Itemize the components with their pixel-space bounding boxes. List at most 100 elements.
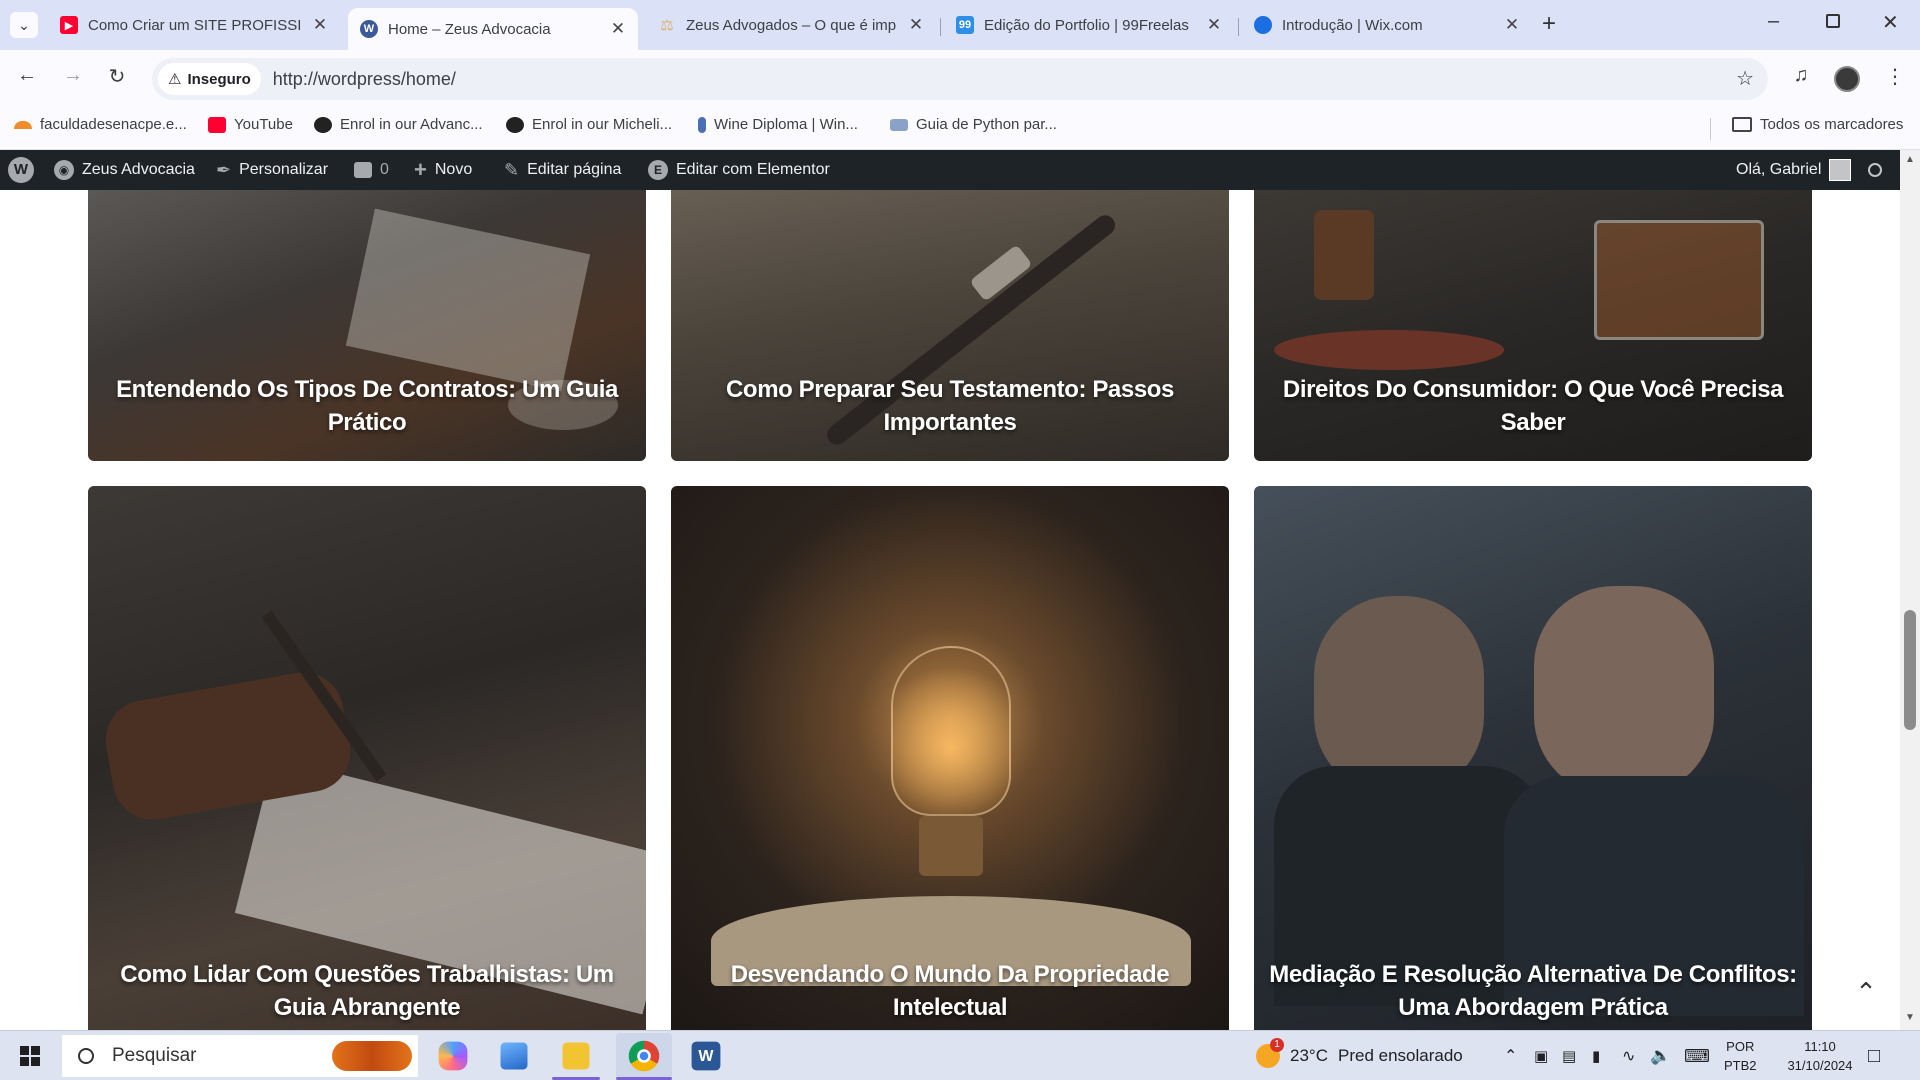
weather-widget[interactable]: 1 23°C Pred ensolarado	[1256, 1031, 1463, 1080]
clock-date: 31/10/2024	[1787, 1058, 1853, 1073]
wp-new-menu[interactable]: + Novo	[414, 150, 472, 190]
bookmark-enrol-advanced[interactable]: Enrol in our Advanc...	[314, 116, 483, 133]
bookmark-favicon-icon	[14, 120, 32, 129]
tab-99freelas[interactable]: 99 Edição do Portfolio | 99Freelas ✕	[944, 8, 1234, 42]
tab-home-zeus[interactable]: W Home – Zeus Advocacia ✕	[348, 8, 638, 50]
menu-kebab-icon[interactable]: ⋮	[1880, 64, 1910, 89]
bookmark-youtube[interactable]: YouTube	[208, 116, 293, 133]
post-title[interactable]: Entendendo Os Tipos De Contratos: Um Gui…	[98, 373, 636, 439]
tab-youtube[interactable]: ▶ Como Criar um SITE PROFISSIO ✕	[48, 8, 340, 42]
remote-desktop-icon[interactable]	[500, 1042, 528, 1070]
close-tab-icon[interactable]: ✕	[1206, 15, 1222, 35]
scroll-up-arrow-icon[interactable]: ▲	[1905, 154, 1915, 165]
page-scrollbar[interactable]: ▲ ▼	[1900, 150, 1920, 1030]
tab-title: Edição do Portfolio | 99Freelas	[984, 16, 1189, 34]
scroll-down-arrow-icon[interactable]: ▼	[1905, 1012, 1915, 1023]
wordpress-icon: W	[8, 157, 34, 183]
taskbar-search-box[interactable]: Pesquisar	[62, 1035, 418, 1077]
scroll-to-top-button[interactable]: ⌃	[1846, 972, 1886, 1012]
tab-zeus-advogados[interactable]: ⚖ Zeus Advogados – O que é imp ✕	[646, 8, 936, 42]
bookmark-wine-diploma[interactable]: Wine Diploma | Win...	[698, 116, 858, 133]
battery-icon[interactable]: ▮	[1592, 1031, 1600, 1080]
wifi-icon[interactable]: ∿	[1622, 1031, 1635, 1080]
wp-admin-bar: W ◉ Zeus Advocacia ✒ Personalizar 0 + No…	[0, 150, 1920, 190]
close-tab-icon[interactable]: ✕	[610, 19, 626, 39]
wp-comments-link[interactable]: 0	[354, 150, 389, 190]
wp-edit-page-label: Editar página	[527, 161, 622, 178]
close-tab-icon[interactable]: ✕	[312, 15, 328, 35]
wp-customize-label: Personalizar	[239, 161, 329, 178]
post-title[interactable]: Desvendando O Mundo Da Propriedade Intel…	[681, 958, 1219, 1024]
bookmark-label: YouTube	[234, 116, 293, 133]
security-label: Inseguro	[187, 70, 251, 88]
tab-title: Zeus Advogados – O que é imp	[686, 16, 897, 34]
wp-search-button[interactable]	[1868, 150, 1882, 190]
word-icon[interactable]: W	[691, 1041, 721, 1071]
wp-customize-link[interactable]: ✒ Personalizar	[216, 150, 328, 190]
browser-toolbar: ← → ↻ ⚠ Inseguro http://wordpress/home/ …	[0, 50, 1920, 108]
all-bookmarks-label: Todos os marcadores	[1760, 116, 1904, 133]
post-card[interactable]: Como Lidar Com Questões Trabalhistas: Um…	[88, 486, 646, 1030]
copilot-icon[interactable]	[438, 1041, 468, 1071]
close-window-button[interactable]: ✕	[1882, 10, 1899, 35]
minimize-button[interactable]: –	[1768, 10, 1779, 33]
plus-icon: +	[414, 157, 427, 182]
forward-button[interactable]: →	[58, 64, 88, 87]
back-button[interactable]: ←	[12, 64, 42, 87]
all-bookmarks-folder[interactable]: Todos os marcadores	[1732, 116, 1903, 133]
warning-icon: ⚠	[168, 71, 182, 88]
wp-greeting: Olá, Gabriel	[1736, 161, 1822, 178]
close-tab-icon[interactable]: ✕	[1504, 15, 1520, 35]
meet-now-icon[interactable]: ▣	[1534, 1031, 1548, 1080]
post-title[interactable]: Mediação E Resolução Alternativa De Conf…	[1264, 958, 1802, 1024]
keyboard-icon[interactable]: ⌨	[1684, 1031, 1710, 1080]
post-card[interactable]: Direitos Do Consumidor: O Que Você Preci…	[1254, 190, 1812, 461]
volume-icon[interactable]: 🔈	[1650, 1031, 1671, 1080]
system-clock[interactable]: 11:10 31/10/2024	[1776, 1031, 1864, 1080]
camera-app-icon[interactable]: ▤	[1562, 1031, 1576, 1080]
post-card[interactable]: Desvendando O Mundo Da Propriedade Intel…	[671, 486, 1229, 1030]
tab-search-button[interactable]: ⌄	[10, 12, 38, 38]
post-card[interactable]: Mediação E Resolução Alternativa De Conf…	[1254, 486, 1812, 1030]
chrome-icon[interactable]	[628, 1040, 660, 1072]
input-language-indicator[interactable]: POR PTB2	[1724, 1031, 1757, 1080]
wordpress-icon: W	[360, 20, 378, 38]
new-tab-button[interactable]: +	[1542, 10, 1556, 38]
post-title[interactable]: Como Preparar Seu Testamento: Passos Imp…	[681, 373, 1219, 439]
post-title[interactable]: Direitos Do Consumidor: O Que Você Preci…	[1264, 373, 1802, 439]
page-content: Entendendo Os Tipos De Contratos: Um Gui…	[0, 190, 1900, 1030]
wp-account-menu[interactable]: Olá, Gabriel	[1736, 150, 1852, 190]
folder-icon	[1732, 117, 1752, 132]
tab-wix[interactable]: Introdução | Wix.com ✕	[1242, 8, 1532, 42]
post-card[interactable]: Como Preparar Seu Testamento: Passos Imp…	[671, 190, 1229, 461]
wp-logo-menu[interactable]: W	[8, 150, 34, 190]
wset-icon	[314, 116, 332, 133]
post-card[interactable]: Entendendo Os Tipos De Contratos: Um Gui…	[88, 190, 646, 461]
address-bar[interactable]: ⚠ Inseguro http://wordpress/home/ ☆	[152, 58, 1768, 100]
tray-overflow-chevron-icon[interactable]: ⌃	[1504, 1031, 1517, 1080]
keyboard-layout-code: PTB2	[1724, 1058, 1757, 1073]
wp-site-name-menu[interactable]: ◉ Zeus Advocacia	[54, 150, 195, 190]
security-chip[interactable]: ⚠ Inseguro	[158, 63, 261, 95]
reload-button[interactable]: ↻	[102, 64, 132, 89]
post-title[interactable]: Como Lidar Com Questões Trabalhistas: Um…	[98, 958, 636, 1024]
close-tab-icon[interactable]: ✕	[908, 15, 924, 35]
wp-elementor-link[interactable]: E Editar com Elementor	[648, 150, 830, 190]
search-icon	[1868, 163, 1882, 177]
bookmark-enrol-michelin[interactable]: Enrol in our Micheli...	[506, 116, 672, 133]
media-control-icon[interactable]: ♫	[1786, 64, 1816, 87]
bookmark-faculdade[interactable]: faculdadesenacpe.e...	[14, 116, 187, 133]
file-explorer-icon[interactable]	[562, 1042, 590, 1070]
url-text[interactable]: http://wordpress/home/	[273, 69, 456, 90]
profile-avatar[interactable]	[1834, 66, 1860, 92]
bookmark-python-guide[interactable]: Guia de Python par...	[890, 116, 1057, 133]
language-code: POR	[1726, 1039, 1755, 1054]
wp-site-name: Zeus Advocacia	[82, 161, 195, 178]
notifications-icon[interactable]: □	[1868, 1031, 1880, 1080]
bookmark-label: Wine Diploma | Win...	[714, 116, 858, 133]
bookmark-star-icon[interactable]: ☆	[1736, 66, 1754, 91]
restore-button[interactable]	[1826, 14, 1840, 28]
wp-edit-page-link[interactable]: ✎ Editar página	[504, 150, 621, 190]
scrollbar-thumb[interactable]	[1904, 610, 1916, 730]
windows-start-icon[interactable]	[20, 1046, 40, 1066]
